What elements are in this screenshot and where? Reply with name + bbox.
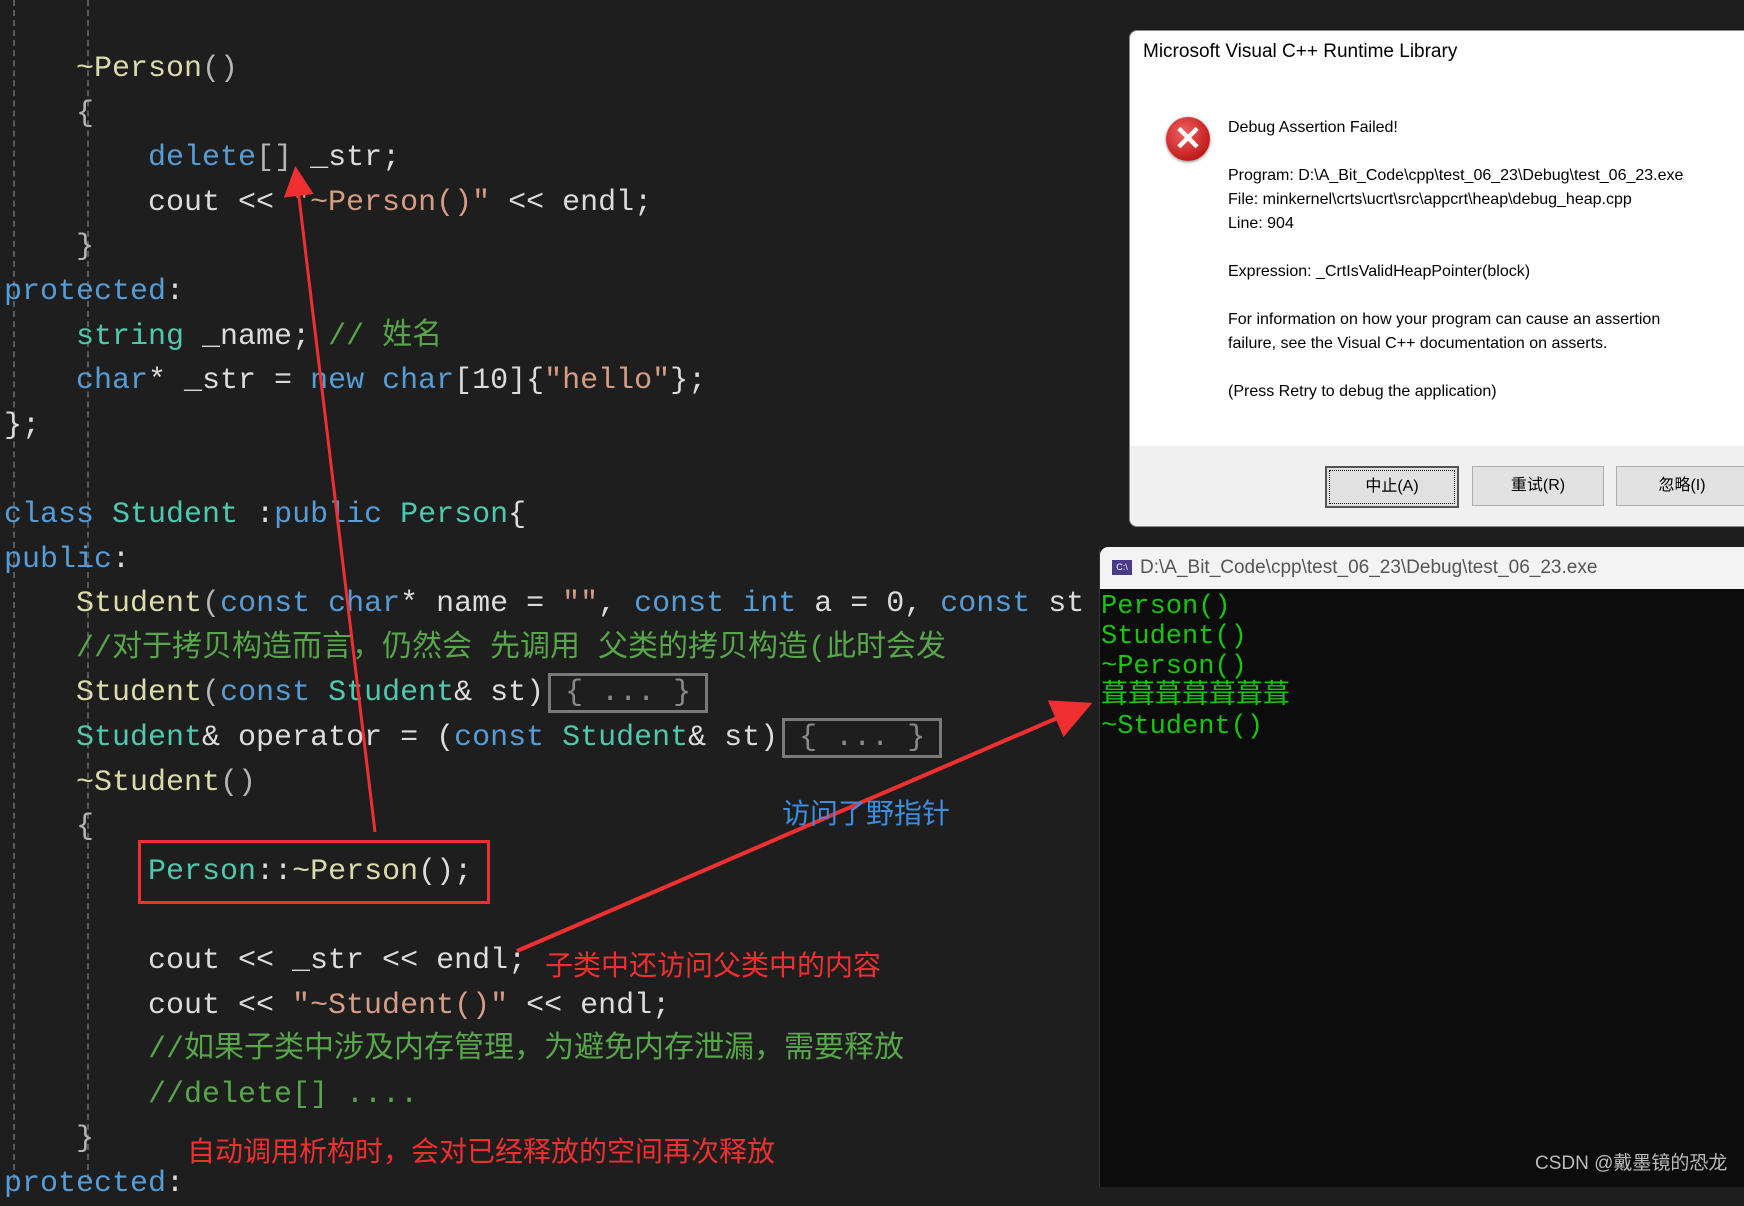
- annotation-arrows: [283, 166, 1093, 953]
- annotation-wild-pointer: 访问了野指针: [782, 798, 951, 829]
- watermark: CSDN @戴墨镜的恐龙: [1535, 1153, 1728, 1174]
- arrow-to-delete: [283, 166, 377, 833]
- annotation-child-access: 子类中还访问父类中的内容: [545, 950, 882, 981]
- annotation-double-free: 自动调用析构时，会对已经释放的空间再次释放: [187, 1136, 776, 1167]
